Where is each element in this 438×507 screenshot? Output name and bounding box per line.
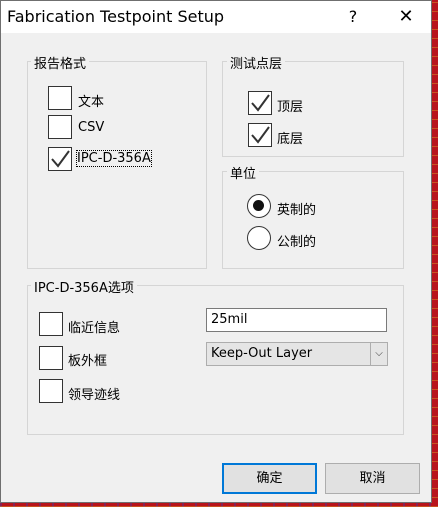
outline-layer-select[interactable]: Keep-Out Layer ⌵ xyxy=(206,342,388,366)
fabrication-testpoint-dialog: Fabrication Testpoint Setup ? ✕ 报告格式 文本 … xyxy=(0,0,432,503)
check-icon xyxy=(251,94,270,112)
proximity-info-checkbox[interactable] xyxy=(39,312,63,336)
text-format-label: 文本 xyxy=(78,95,105,110)
board-outline-label: 板外框 xyxy=(68,354,108,369)
imperial-radio[interactable] xyxy=(247,194,271,218)
units-group xyxy=(222,171,404,269)
lead-trace-checkbox[interactable] xyxy=(39,379,63,403)
board-outline-checkbox[interactable] xyxy=(39,346,63,370)
check-icon xyxy=(51,150,70,168)
units-label: 单位 xyxy=(227,163,260,182)
close-button[interactable]: ✕ xyxy=(394,5,418,29)
chevron-down-icon: ⌵ xyxy=(370,343,387,365)
ipc-options-label: IPC-D-356A选项 xyxy=(31,277,137,296)
check-icon xyxy=(251,126,270,144)
test-layer-label: 测试点层 xyxy=(227,53,286,72)
ipc-format-checkbox[interactable] xyxy=(48,147,72,171)
bottom-layer-label: 底层 xyxy=(277,132,304,147)
help-button[interactable]: ? xyxy=(341,5,365,29)
ipc-format-label: IPC-D-356A xyxy=(76,150,152,167)
metric-radio[interactable] xyxy=(247,226,271,250)
report-format-label: 报告格式 xyxy=(31,53,90,72)
window-title: Fabrication Testpoint Setup xyxy=(7,7,225,26)
top-layer-label: 顶层 xyxy=(277,100,304,115)
outline-layer-value: Keep-Out Layer xyxy=(211,346,313,361)
text-format-checkbox[interactable] xyxy=(48,86,72,110)
lead-trace-label: 领导迹线 xyxy=(68,388,121,403)
radio-selected-dot xyxy=(253,200,264,211)
proximity-info-label: 临近信息 xyxy=(68,321,121,336)
top-layer-checkbox[interactable] xyxy=(248,91,272,115)
bottom-layer-checkbox[interactable] xyxy=(248,123,272,147)
proximity-value-input[interactable]: 25mil xyxy=(206,308,387,332)
imperial-label: 英制的 xyxy=(277,203,317,218)
title-bar[interactable]: Fabrication Testpoint Setup ? ✕ xyxy=(1,1,431,33)
csv-format-checkbox[interactable] xyxy=(48,115,72,139)
metric-label: 公制的 xyxy=(277,235,317,250)
cancel-button[interactable]: 取消 xyxy=(325,463,420,494)
ok-button[interactable]: 确定 xyxy=(222,463,317,494)
csv-format-label: CSV xyxy=(78,120,105,135)
